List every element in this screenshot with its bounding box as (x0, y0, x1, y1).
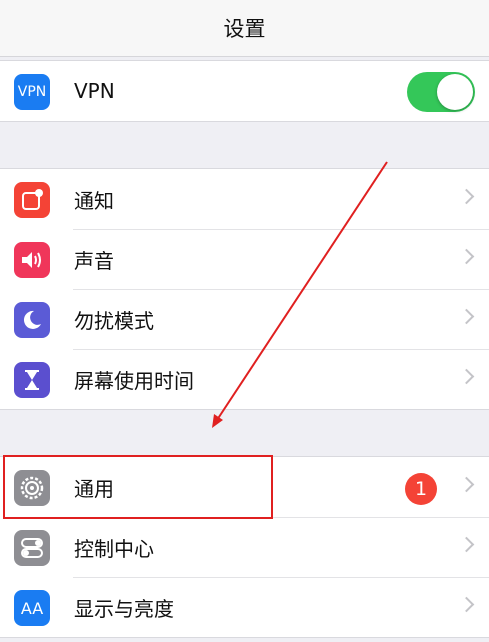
annotation-arrow (212, 161, 388, 428)
